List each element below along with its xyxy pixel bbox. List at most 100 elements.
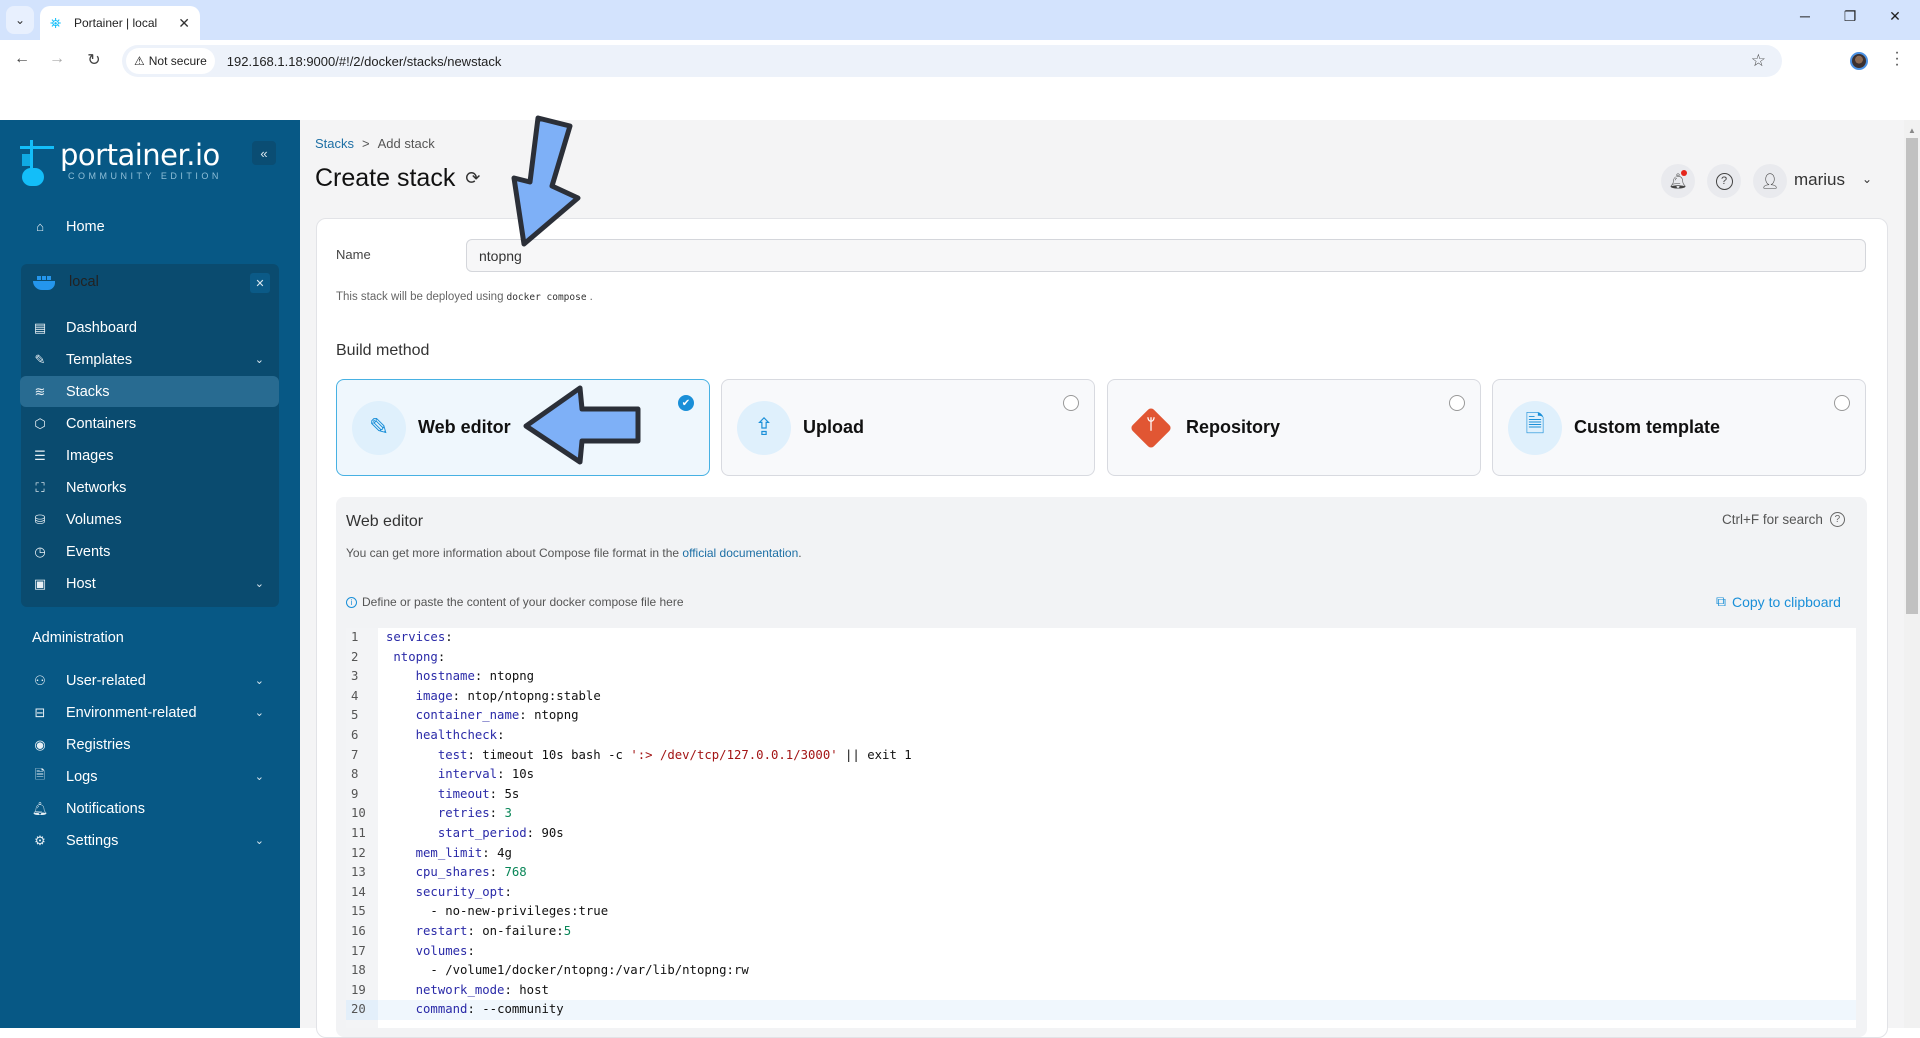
- code-line[interactable]: 15 - no-new-privileges:true: [346, 902, 1856, 922]
- box-icon: ⬡: [34, 415, 46, 431]
- back-arrow-icon[interactable]: ←: [10, 50, 34, 68]
- browser-tab[interactable]: ⛯ Portainer | local ✕: [40, 6, 200, 40]
- code-line[interactable]: 13 cpu_shares: 768: [346, 863, 1856, 883]
- database-icon: ⛁: [34, 511, 46, 527]
- chevron-down-icon[interactable]: ⌄: [255, 706, 264, 719]
- build-method-radio[interactable]: [1449, 395, 1465, 411]
- code-text: ntopng:: [393, 649, 446, 664]
- chevron-down-icon[interactable]: ⌄: [255, 577, 264, 590]
- sidebar-item-events[interactable]: ◷ Events: [20, 536, 279, 567]
- editor-info-text: You can get more information about Compo…: [346, 546, 802, 560]
- sidebar-item-networks[interactable]: ⛶ Networks: [20, 472, 279, 503]
- code-line[interactable]: 20 command: --community: [346, 1000, 1856, 1020]
- code-line[interactable]: 17 volumes:: [346, 942, 1856, 962]
- notifications-button[interactable]: 🔔︎: [1661, 164, 1695, 198]
- code-line[interactable]: 4 image: ntop/ntopng:stable: [346, 687, 1856, 707]
- selected-check-icon[interactable]: ✔: [678, 395, 694, 411]
- official-documentation-link[interactable]: official documentation: [682, 546, 798, 560]
- code-line[interactable]: 7 test: timeout 10s bash -c ':> /dev/tcp…: [346, 746, 1856, 766]
- sidebar-item-settings[interactable]: ⚙ Settings ⌄: [20, 825, 279, 856]
- sidebar-item-stacks[interactable]: ≋ Stacks: [20, 376, 279, 407]
- scrollbar-thumb[interactable]: [1906, 138, 1918, 614]
- tab-close-icon[interactable]: ✕: [178, 15, 190, 32]
- build-method-radio[interactable]: [1063, 395, 1079, 411]
- window-close-icon[interactable]: ✕: [1880, 8, 1910, 25]
- code-text: hostname: ntopng: [415, 669, 535, 684]
- sidebar-item-logs[interactable]: 🗎︎ Logs ⌄: [20, 761, 279, 792]
- forward-arrow-icon[interactable]: →: [45, 50, 69, 68]
- code-line[interactable]: 6 healthcheck:: [346, 726, 1856, 746]
- profile-avatar[interactable]: [1850, 52, 1868, 70]
- chevron-down-icon[interactable]: ⌄: [255, 353, 264, 366]
- browser-tab-strip: ⌄ ⛯ Portainer | local ✕ ─ ❐ ✕: [0, 0, 1920, 40]
- user-menu-avatar[interactable]: 👤︎: [1753, 164, 1787, 198]
- minimize-icon[interactable]: ─: [1790, 8, 1820, 24]
- build-method-upload[interactable]: ⇪ Upload: [721, 379, 1095, 476]
- upload-cloud-icon: ⇪: [737, 400, 791, 455]
- sidebar-item-notifications[interactable]: 🔔︎ Notifications: [20, 793, 279, 824]
- bookmark-star-icon[interactable]: ☆: [1751, 51, 1766, 71]
- code-line[interactable]: 1 services:: [346, 628, 1856, 648]
- sidebar-item-containers[interactable]: ⬡ Containers: [20, 408, 279, 439]
- chevron-down-icon[interactable]: ⌄: [255, 770, 264, 783]
- sidebar-item-host[interactable]: ▣ Host ⌄: [20, 568, 279, 599]
- address-bar[interactable]: ⚠ Not secure 192.168.1.18:9000/#!/2/dock…: [122, 45, 1782, 77]
- chevron-down-icon[interactable]: ⌄: [255, 834, 264, 847]
- build-method-custom-template[interactable]: 🗎︎ Custom template: [1492, 379, 1866, 476]
- build-method-web-editor[interactable]: ✎ Web editor ✔: [336, 379, 710, 476]
- code-line[interactable]: 5 container_name: ntopng: [346, 706, 1856, 726]
- collapse-sidebar-button[interactable]: «: [252, 141, 276, 165]
- code-line[interactable]: 3 hostname: ntopng: [346, 667, 1856, 687]
- sidebar-item-registries[interactable]: ◉ Registries: [20, 729, 279, 760]
- sidebar-item-user-related[interactable]: ⚇ User-related ⌄: [20, 665, 279, 696]
- scroll-up-arrow-icon[interactable]: ▲: [1908, 126, 1916, 135]
- sidebar-item-volumes[interactable]: ⛁ Volumes: [20, 504, 279, 535]
- sidebar-item-home[interactable]: ⌂ Home: [20, 211, 279, 242]
- close-environment-icon[interactable]: ✕: [250, 273, 270, 293]
- chevron-down-icon[interactable]: ⌄: [255, 674, 264, 687]
- copy-to-clipboard-button[interactable]: ⧉ Copy to clipboard: [1716, 593, 1841, 610]
- code-line[interactable]: 18 - /volume1/docker/ntopng:/var/lib/nto…: [346, 961, 1856, 981]
- breadcrumb-stacks-link[interactable]: Stacks: [315, 136, 354, 151]
- help-circle-icon[interactable]: ?: [1829, 512, 1845, 527]
- edit-icon: ✎: [352, 400, 406, 455]
- code-line[interactable]: 12 mem_limit: 4g: [346, 844, 1856, 864]
- code-line[interactable]: 8 interval: 10s: [346, 765, 1856, 785]
- line-number: 14: [351, 884, 366, 899]
- layers-icon: ≋: [34, 383, 46, 399]
- code-line[interactable]: 10 retries: 3: [346, 804, 1856, 824]
- logo-subtitle: COMMUNITY EDITION: [68, 171, 222, 181]
- sidebar-item-label: Registries: [66, 736, 131, 753]
- code-line[interactable]: 14 security_opt:: [346, 883, 1856, 903]
- refresh-icon[interactable]: ⟳: [465, 168, 480, 189]
- line-number: 4: [351, 688, 359, 703]
- user-menu-chevron-icon[interactable]: ⌄: [1862, 172, 1872, 186]
- host-icon: ▣: [33, 575, 47, 591]
- url-text[interactable]: 192.168.1.18:9000/#!/2/docker/stacks/new…: [227, 54, 502, 69]
- build-method-repository[interactable]: ᛘ Repository: [1107, 379, 1481, 476]
- sidebar-item-environment-related[interactable]: ⊟ Environment-related ⌄: [20, 697, 279, 728]
- page-scrollbar[interactable]: ▲: [1904, 120, 1920, 1028]
- browser-menu-icon[interactable]: · · ·: [1892, 45, 1902, 73]
- compose-code-editor[interactable]: 1 services: 2 ntopng: 3 hostname: ntopng 4 i…: [346, 628, 1856, 1028]
- restore-icon[interactable]: ❐: [1835, 8, 1865, 25]
- code-line[interactable]: 9 timeout: 5s: [346, 785, 1856, 805]
- tab-search-button[interactable]: ⌄: [6, 6, 34, 34]
- username[interactable]: marius: [1794, 170, 1845, 190]
- sidebar-item-images[interactable]: ☰ Images: [20, 440, 279, 471]
- build-method-radio[interactable]: [1834, 395, 1850, 411]
- stack-name-input[interactable]: [466, 239, 1866, 272]
- reload-icon[interactable]: ↻: [82, 50, 106, 70]
- portainer-logo[interactable]: portainer.io COMMUNITY EDITION: [20, 140, 222, 186]
- code-line[interactable]: 19 network_mode: host: [346, 981, 1856, 1001]
- code-line[interactable]: 16 restart: on-failure:5: [346, 922, 1856, 942]
- browser-toolbar: ← → ↻ ⚠ Not secure 192.168.1.18:9000/#!/…: [0, 40, 1920, 80]
- help-button[interactable]: ?: [1707, 164, 1741, 198]
- code-line[interactable]: 2 ntopng:: [346, 648, 1856, 668]
- code-line[interactable]: 11 start_period: 90s: [346, 824, 1856, 844]
- line-number: 18: [351, 963, 366, 978]
- security-indicator[interactable]: ⚠ Not secure: [126, 48, 215, 74]
- sidebar-item-dashboard[interactable]: ▤ Dashboard: [20, 312, 279, 343]
- copy-label: Copy to clipboard: [1732, 593, 1841, 610]
- sidebar-item-templates[interactable]: ✎ Templates ⌄: [20, 344, 279, 375]
